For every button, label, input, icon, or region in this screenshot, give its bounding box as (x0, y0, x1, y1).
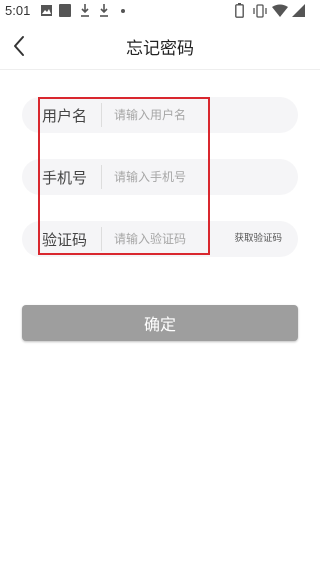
image-icon (41, 5, 52, 16)
square-icon (59, 4, 71, 17)
phone-label: 手机号 (42, 169, 88, 187)
divider (101, 103, 102, 127)
status-bar: 5:01 (0, 0, 320, 24)
get-code-button[interactable]: 获取验证码 (228, 228, 288, 250)
divider (101, 165, 102, 189)
battery-icon (235, 3, 244, 18)
page-title: 忘记密码 (126, 39, 194, 59)
divider (101, 227, 102, 251)
username-label: 用户名 (42, 107, 88, 125)
dot-icon (121, 9, 125, 13)
code-input[interactable] (114, 227, 224, 251)
username-input[interactable] (114, 103, 224, 127)
wifi-icon (272, 4, 288, 17)
header: 忘记密码 (0, 24, 320, 70)
code-row: 验证码 获取验证码 (22, 221, 298, 257)
download-icon (81, 4, 89, 17)
status-time: 5:01 (5, 3, 31, 18)
phone-input[interactable] (114, 165, 224, 189)
download-icon (100, 4, 108, 17)
code-label: 验证码 (42, 231, 88, 249)
vibrate-icon (253, 4, 267, 18)
confirm-button[interactable]: 确定 (22, 305, 298, 341)
username-row: 用户名 (22, 97, 298, 133)
signal-icon (292, 4, 305, 17)
phone-row: 手机号 (22, 159, 298, 195)
